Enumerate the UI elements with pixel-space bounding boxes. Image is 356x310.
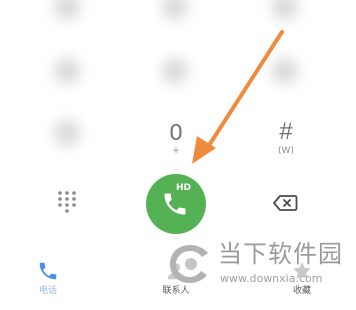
dialpad-grid-icon <box>58 191 76 213</box>
dialpad-toggle-button[interactable] <box>54 188 80 214</box>
watermark-url: www.downxia.com <box>220 272 323 285</box>
key-hash-sub: (W) <box>278 146 294 156</box>
nav-item-phone[interactable]: 电话 <box>18 260 78 297</box>
key-zero-sub: + <box>172 146 180 156</box>
backspace-button[interactable] <box>272 194 298 212</box>
phone-handset-icon <box>164 193 186 215</box>
key-zero-digit: 0 <box>169 119 183 145</box>
call-button[interactable]: HD <box>146 174 206 234</box>
key-hash-digit: # <box>279 118 293 145</box>
key-5-blurred[interactable] <box>162 58 188 84</box>
watermark-logo-icon <box>170 245 208 283</box>
key-6-blurred[interactable] <box>272 58 298 84</box>
phone-icon <box>39 262 57 280</box>
watermark-title: 当下软件园 <box>218 240 343 268</box>
key-4-blurred[interactable] <box>54 58 80 84</box>
key-1-blurred[interactable] <box>54 0 80 20</box>
key-hash[interactable]: # (W) <box>266 118 306 157</box>
key-zero[interactable]: 0 + <box>158 120 194 156</box>
key-3-blurred[interactable] <box>272 0 298 20</box>
backspace-icon <box>273 195 298 211</box>
key-2-blurred[interactable] <box>162 0 188 20</box>
nav-label-phone: 电话 <box>38 286 57 296</box>
watermark: 当下软件园 www.downxia.com <box>166 236 356 296</box>
key-star-blurred[interactable] <box>54 120 80 146</box>
